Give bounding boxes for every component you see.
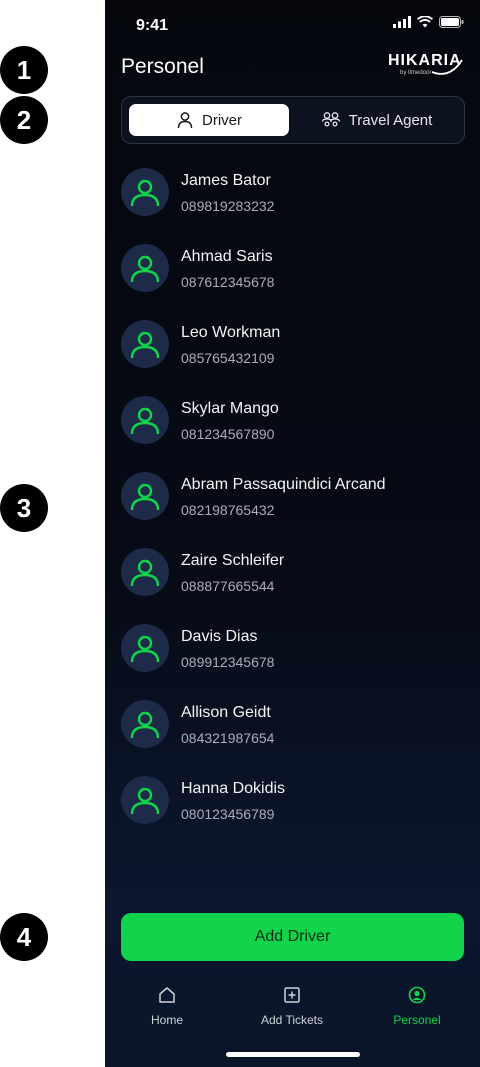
driver-phone: 088877665544 (181, 578, 275, 594)
tab-travel-agent[interactable]: Travel Agent (294, 104, 459, 136)
driver-phone: 087612345678 (181, 274, 275, 290)
user-avatar-icon (130, 179, 160, 207)
driver-phone: 089819283232 (181, 198, 275, 214)
user-avatar-icon (130, 559, 160, 587)
personel-icon (408, 986, 426, 1004)
tab-travel-agent-label: Travel Agent (348, 111, 433, 129)
avatar (121, 548, 169, 596)
page-title: Personel (121, 55, 204, 78)
driver-list-item[interactable]: Leo Workman 085765432109 (121, 316, 464, 392)
driver-list-item[interactable]: Abram Passaquindici Arcand 082198765432 (121, 468, 464, 544)
avatar (121, 700, 169, 748)
status-icons (393, 16, 464, 28)
callout-1: 1 (0, 46, 48, 94)
user-avatar-icon (130, 331, 160, 359)
avatar (121, 320, 169, 368)
tab-driver[interactable]: Driver (129, 104, 289, 136)
user-avatar-icon (130, 787, 160, 815)
brand-logo: HIKARIA by timedoor (388, 52, 464, 80)
driver-phone: 084321987654 (181, 730, 275, 746)
driver-phone: 089912345678 (181, 654, 275, 670)
driver-name: Davis Dias (181, 628, 258, 645)
status-bar: 9:41 (105, 0, 480, 50)
tab-add-tickets-label: Add Tickets (260, 1013, 324, 1027)
driver-name: Abram Passaquindici Arcand (181, 476, 386, 493)
phone-screen: 9:41 Personel HIKARIA by timedoor Driver… (105, 0, 480, 1067)
tab-personel-label: Personel (393, 1013, 441, 1027)
callout-3: 3 (0, 484, 48, 532)
user-avatar-icon (130, 635, 160, 663)
driver-name: Leo Workman (181, 324, 281, 341)
tab-driver-label: Driver (202, 111, 242, 129)
driver-list-item[interactable]: Zaire Schleifer 088877665544 (121, 544, 464, 620)
driver-list-item[interactable]: James Bator 089819283232 (121, 164, 464, 240)
avatar (121, 776, 169, 824)
driver-list-item[interactable]: Allison Geidt 084321987654 (121, 696, 464, 772)
add-driver-button[interactable]: Add Driver (121, 913, 464, 961)
personel-type-switcher: Driver Travel Agent (121, 96, 465, 144)
avatar (121, 168, 169, 216)
cellular-signal-icon (393, 16, 411, 28)
user-icon (177, 112, 193, 129)
driver-name: Ahmad Saris (181, 248, 273, 265)
home-indicator (226, 1052, 360, 1057)
callout-4: 4 (0, 913, 48, 961)
logo-swoosh-icon (431, 59, 463, 75)
status-time: 9:41 (136, 17, 169, 34)
bottom-tab-bar: Home Add Tickets Personel (105, 985, 480, 1041)
battery-icon (439, 16, 464, 28)
driver-list-item[interactable]: Ahmad Saris 087612345678 (121, 240, 464, 316)
user-avatar-icon (130, 407, 160, 435)
driver-phone: 081234567890 (181, 426, 275, 442)
driver-list-item[interactable]: Skylar Mango 081234567890 (121, 392, 464, 468)
add-ticket-icon (284, 987, 300, 1003)
driver-name: Zaire Schleifer (181, 552, 285, 569)
avatar (121, 396, 169, 444)
driver-list-item[interactable]: Davis Dias 089912345678 (121, 620, 464, 696)
driver-list: James Bator 089819283232 Ahmad Saris 087612… (121, 164, 464, 848)
driver-name: Hanna Dokidis (181, 780, 286, 797)
avatar (121, 472, 169, 520)
driver-name: Allison Geidt (181, 704, 271, 721)
user-avatar-icon (130, 711, 160, 739)
driver-name: Skylar Mango (181, 400, 279, 417)
avatar (121, 624, 169, 672)
home-icon (159, 987, 175, 1003)
tab-add-tickets[interactable]: Add Tickets (242, 985, 342, 1027)
group-icon (321, 112, 340, 127)
tab-home-label: Home (150, 1013, 183, 1027)
callout-2: 2 (0, 96, 48, 144)
tab-home[interactable]: Home (117, 985, 217, 1027)
user-avatar-icon (130, 483, 160, 511)
avatar (121, 244, 169, 292)
driver-name: James Bator (181, 172, 271, 189)
wifi-icon (417, 16, 433, 28)
driver-phone: 085765432109 (181, 350, 275, 366)
tab-personel[interactable]: Personel (367, 985, 467, 1027)
driver-phone: 080123456789 (181, 806, 275, 822)
driver-phone: 082198765432 (181, 502, 275, 518)
driver-list-item[interactable]: Hanna Dokidis 080123456789 (121, 772, 464, 848)
user-avatar-icon (130, 255, 160, 283)
